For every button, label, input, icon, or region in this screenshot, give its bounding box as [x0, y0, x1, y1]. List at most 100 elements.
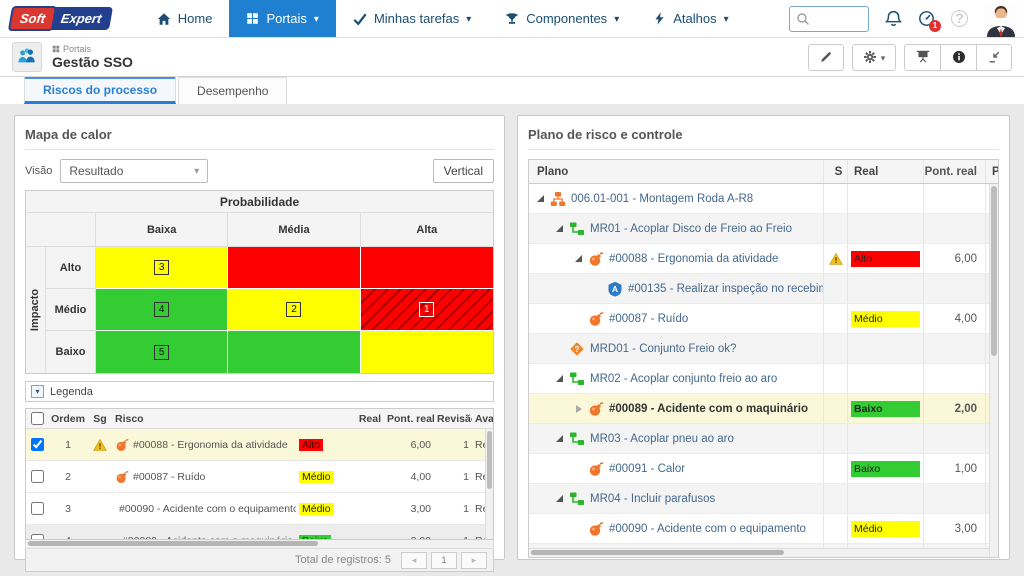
revisao-cell: 1	[434, 503, 472, 515]
search-icon	[796, 12, 810, 26]
heatmap-cell-medio-media[interactable]: 2	[228, 289, 360, 331]
horizontal-scrollbar[interactable]	[529, 548, 989, 557]
search-box[interactable]	[789, 6, 869, 32]
presentation-button[interactable]	[904, 44, 940, 71]
portal-icon-button[interactable]	[12, 42, 42, 72]
pager-prev-button[interactable]: ◂	[401, 552, 427, 569]
heatmap-cell-alto-media[interactable]	[228, 247, 360, 289]
legend-toggle-bar[interactable]: Legenda	[25, 381, 494, 402]
col-header-pr: Pr	[986, 160, 998, 183]
select-all-checkbox[interactable]	[31, 412, 44, 425]
row-checkbox[interactable]	[31, 502, 44, 515]
heatmap-cell-baixo-media[interactable]	[228, 331, 360, 373]
tree-row[interactable]: #00135 - Realizar inspeção no recebiment…	[529, 274, 998, 304]
tree-row[interactable]: #00090 - Acidente com o equipamento Médi…	[529, 514, 998, 544]
tree-row[interactable]: MR04 - Incluir parafusos	[529, 484, 998, 514]
scrollbar-thumb[interactable]	[28, 541, 318, 546]
tree-row-selected[interactable]: #00089 - Acidente com o maquinário Baixo…	[529, 394, 998, 424]
collapse-button[interactable]	[976, 44, 1012, 71]
heatmap-controls: Visão Resultado Vertical	[25, 159, 494, 183]
pont-real-cell: 6,00	[384, 439, 434, 451]
table-row[interactable]: 4 #00089 - Acidente com o maquinário Bai…	[26, 525, 493, 540]
col-header-pont-real: Pont. real	[924, 160, 986, 183]
tree-row[interactable]: 006.01-001 - Montagem Roda A-R8	[529, 184, 998, 214]
risk-label: #00088 - Ergonomia da atividade	[133, 439, 288, 451]
tree-row[interactable]: MR01 - Acoplar Disco de Freio ao Freio	[529, 214, 998, 244]
plan-panel: Plano de risco e controle Plano S Real P…	[517, 115, 1010, 560]
tree-row[interactable]: #00088 - Ergonomia da atividade Alto 6,0…	[529, 244, 998, 274]
info-button[interactable]	[940, 44, 976, 71]
nav-item-componentes[interactable]: Componentes	[488, 0, 636, 37]
pager-next-button[interactable]: ▸	[461, 552, 487, 569]
expander-icon[interactable]	[573, 403, 586, 415]
tree-label: #00090 - Acidente com o equipamento	[609, 523, 806, 535]
heatmap-cell-baixo-alta[interactable]	[361, 331, 493, 373]
expander-icon[interactable]	[554, 373, 567, 385]
vertical-scrollbar[interactable]	[485, 429, 493, 539]
scrollbar-thumb[interactable]	[991, 186, 997, 356]
nav-item-portais[interactable]: Portais	[229, 0, 336, 37]
heatmap-cell-medio-baixa[interactable]: 4	[96, 289, 228, 331]
top-navigation-bar: Soft Expert Home Portais Minhas tarefas …	[0, 0, 1024, 38]
expander-icon[interactable]	[573, 253, 586, 265]
scrollbar-thumb[interactable]	[531, 550, 784, 555]
table-row[interactable]: 3 #00090 - Acidente com o equipamento Mé…	[26, 493, 493, 525]
expander-icon[interactable]	[535, 193, 548, 205]
tab-desempenho[interactable]: Desempenho	[178, 77, 287, 104]
heatmap-cell-alto-baixa[interactable]: 3	[96, 247, 228, 289]
vertical-scrollbar[interactable]	[989, 184, 998, 557]
heatmap-grid: Probabilidade Baixa Média Alta Impacto A…	[25, 190, 494, 374]
scrollbar-thumb[interactable]	[487, 431, 492, 489]
notifications-bell-button[interactable]	[885, 10, 902, 27]
tree-row[interactable]: #00091 - Calor Baixo 1,00	[529, 454, 998, 484]
bomb-icon	[588, 521, 604, 537]
decision-icon	[569, 341, 585, 357]
horizontal-scrollbar[interactable]	[25, 540, 494, 549]
org-chart-icon	[550, 191, 566, 207]
heatmap-cell-baixo-baixa[interactable]: 5	[96, 331, 228, 373]
pager-page-button[interactable]: 1	[431, 552, 457, 569]
view-button-group	[904, 44, 1012, 71]
tree-row[interactable]: MR03 - Acoplar pneu ao aro	[529, 424, 998, 454]
expander-icon[interactable]	[554, 223, 567, 235]
tree-label: MRD01 - Conjunto Freio ok?	[590, 343, 736, 355]
nav-item-home[interactable]: Home	[140, 0, 230, 37]
nav-item-minhas-tarefas[interactable]: Minhas tarefas	[336, 0, 488, 37]
tree-row[interactable]: MR02 - Acoplar conjunto freio ao aro	[529, 364, 998, 394]
row-checkbox[interactable]	[31, 470, 44, 483]
heatmap-cell-medio-alta-selected[interactable]: 1	[361, 289, 493, 331]
chevron-down-icon	[314, 11, 319, 26]
probability-header: Probabilidade	[26, 191, 493, 213]
table-row[interactable]: 1 #00088 - Ergonomia da atividade Alto 6…	[26, 429, 493, 461]
bomb-icon	[588, 461, 604, 477]
bell-icon	[885, 10, 902, 27]
cell-count-badge: 4	[154, 302, 169, 317]
edit-button[interactable]	[808, 44, 844, 71]
user-avatar[interactable]	[984, 3, 1018, 37]
grid-icon	[246, 12, 259, 25]
ordem-cell: 1	[48, 439, 88, 451]
col-header-alta: Alta	[361, 213, 493, 247]
tree-row[interactable]: MRD01 - Conjunto Freio ok?	[529, 334, 998, 364]
tab-riscos-do-processo[interactable]: Riscos do processo	[24, 77, 176, 104]
expander-icon[interactable]	[554, 493, 567, 505]
activity-icon	[569, 221, 585, 237]
help-button[interactable]: ?	[951, 10, 968, 27]
revisao-cell: 1	[434, 471, 472, 483]
settings-button[interactable]	[852, 44, 896, 71]
expander-icon[interactable]	[554, 433, 567, 445]
vertical-button[interactable]: Vertical	[433, 159, 494, 183]
nav-item-atalhos[interactable]: Atalhos	[636, 0, 745, 37]
view-label: Visão	[25, 165, 52, 177]
cell-count-badge: 2	[286, 302, 301, 317]
view-select[interactable]: Resultado	[60, 159, 208, 183]
presentation-icon	[916, 50, 930, 64]
search-input[interactable]	[810, 13, 862, 25]
pending-tasks-gauge-button[interactable]: 1	[918, 10, 935, 27]
nav-items: Home Portais Minhas tarefas Componentes …	[140, 0, 746, 37]
tree-label: #00135 - Realizar inspeção no recebiment…	[628, 283, 823, 295]
tree-row[interactable]: #00087 - Ruído Médio 4,00	[529, 304, 998, 334]
table-row[interactable]: 2 #00087 - Ruído Médio 4,00 1 Rev 0 (0	[26, 461, 493, 493]
heatmap-cell-alto-alta[interactable]	[361, 247, 493, 289]
row-checkbox[interactable]	[31, 438, 44, 451]
